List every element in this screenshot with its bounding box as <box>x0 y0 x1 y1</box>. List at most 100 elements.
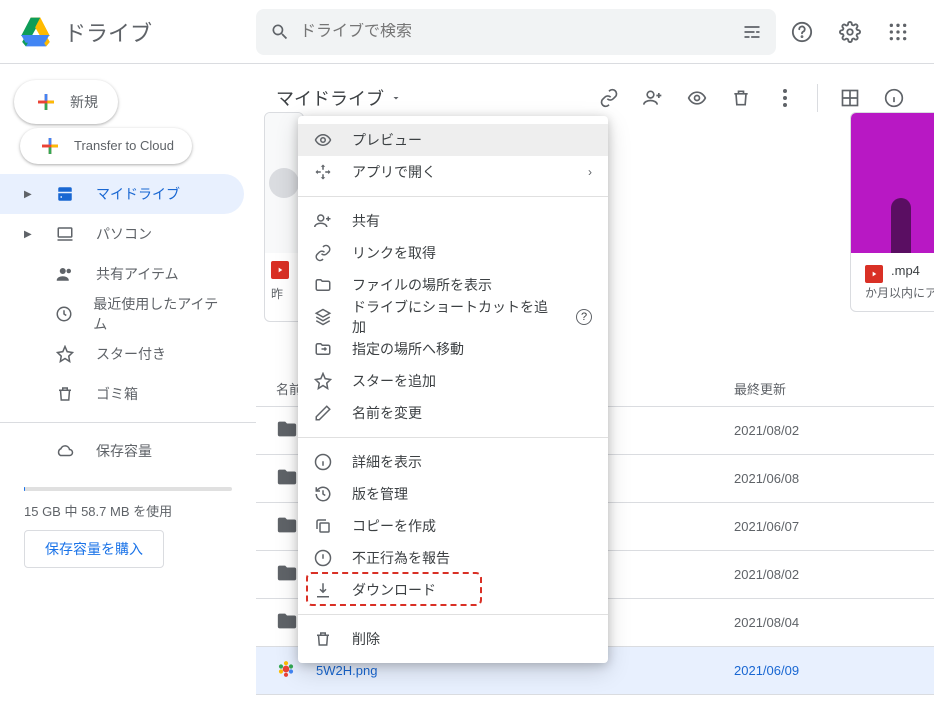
menu-rename[interactable]: 名前を変更 <box>298 397 608 429</box>
star-icon <box>56 345 76 363</box>
breadcrumb[interactable]: マイドライブ <box>276 85 402 111</box>
menu-label: 名前を変更 <box>352 403 592 423</box>
nav-trash[interactable]: ゴミ箱 <box>0 374 244 414</box>
nav-label: 共有アイテム <box>96 264 179 284</box>
download-icon <box>314 581 334 599</box>
breadcrumb-label: マイドライブ <box>276 85 384 111</box>
divider <box>0 422 256 423</box>
file-date: 2021/06/09 <box>734 663 914 678</box>
menu-separator <box>298 614 608 615</box>
menu-info[interactable]: 詳細を表示 <box>298 446 608 478</box>
nav-storage[interactable]: 保存容量 <box>0 431 244 471</box>
menu-shortcut[interactable]: ドライブにショートカットを追加? <box>298 301 608 333</box>
eye-icon <box>314 131 334 149</box>
search-options-icon[interactable] <box>742 22 762 42</box>
nav-my-drive[interactable]: ▶ マイドライブ <box>0 174 244 214</box>
settings-icon[interactable] <box>830 12 870 52</box>
menu-trash[interactable]: 削除 <box>298 623 608 655</box>
drive-logo-icon[interactable] <box>16 12 56 52</box>
nav-shared[interactable]: 共有アイテム <box>0 254 244 294</box>
cloud-icon <box>56 442 76 460</box>
help-icon[interactable]: ? <box>576 309 592 325</box>
nav-label: マイドライブ <box>96 184 180 204</box>
search-bar[interactable] <box>256 9 776 55</box>
menu-eye[interactable]: プレビュー <box>298 124 608 156</box>
menu-label: 削除 <box>352 629 592 649</box>
apps-icon[interactable] <box>878 12 918 52</box>
menu-label: 版を管理 <box>352 484 592 504</box>
file-date: 2021/06/08 <box>734 471 914 486</box>
menu-separator <box>298 437 608 438</box>
delete-button[interactable] <box>721 78 761 118</box>
buy-storage-button[interactable]: 保存容量を購入 <box>24 530 164 568</box>
plus-icon <box>38 134 62 158</box>
menu-person-add[interactable]: 共有 <box>298 205 608 237</box>
link-icon <box>314 244 334 262</box>
menu-link[interactable]: リンクを取得 <box>298 237 608 269</box>
share-button[interactable] <box>633 78 673 118</box>
info-icon <box>314 453 334 471</box>
suggest-card[interactable]: .mp4 か月以内にアップロードしました <box>850 112 934 312</box>
person-add-icon <box>314 212 334 230</box>
folder-icon <box>314 276 334 294</box>
nav-label: 最近使用したアイテム <box>93 294 220 334</box>
search-input[interactable] <box>300 23 742 41</box>
clock-icon <box>55 305 73 323</box>
menu-download[interactable]: ダウンロード <box>298 574 608 606</box>
report-icon <box>314 549 334 567</box>
new-button[interactable]: 新規 <box>14 80 118 124</box>
copy-icon <box>314 517 334 535</box>
help-icon[interactable] <box>782 12 822 52</box>
more-button[interactable] <box>765 78 805 118</box>
get-link-button[interactable] <box>589 78 629 118</box>
transfer-button[interactable]: Transfer to Cloud <box>20 128 192 164</box>
storage-text: 15 GB 中 58.7 MB を使用 <box>24 501 232 520</box>
file-date: 2021/08/02 <box>734 567 914 582</box>
nav-starred[interactable]: スター付き <box>0 334 244 374</box>
menu-label: スターを追加 <box>352 371 592 391</box>
product-name: ドライブ <box>64 16 152 48</box>
menu-open-with[interactable]: アプリで開く› <box>298 156 608 188</box>
card-subtitle: か月以内にアップロードしました <box>865 284 934 301</box>
plus-icon <box>34 90 58 114</box>
menu-move[interactable]: 指定の場所へ移動 <box>298 333 608 365</box>
file-date: 2021/06/07 <box>734 519 914 534</box>
video-icon <box>271 261 289 279</box>
nav-computers[interactable]: ▶ パソコン <box>0 214 244 254</box>
nav-list: ▶ マイドライブ ▶ パソコン 共有アイテム 最近使用したアイテム <box>0 174 256 576</box>
menu-label: 指定の場所へ移動 <box>352 339 592 359</box>
file-date: 2021/08/02 <box>734 423 914 438</box>
menu-star[interactable]: スターを追加 <box>298 365 608 397</box>
menu-history[interactable]: 版を管理 <box>298 478 608 510</box>
shortcut-icon <box>314 308 334 326</box>
col-date[interactable]: 最終更新 <box>734 379 914 398</box>
menu-copy[interactable]: コピーを作成 <box>298 510 608 542</box>
menu-report[interactable]: 不正行為を報告 <box>298 542 608 574</box>
file-name: 5W2H.png <box>316 663 734 678</box>
computers-icon <box>56 225 76 243</box>
file-date: 2021/08/04 <box>734 615 914 630</box>
trash-icon <box>56 385 76 403</box>
dropdown-icon <box>390 92 402 104</box>
storage-bar <box>24 487 232 491</box>
nav-label: 保存容量 <box>96 441 152 461</box>
menu-label: アプリで開く <box>352 162 570 182</box>
move-icon <box>314 340 334 358</box>
menu-label: 詳細を表示 <box>352 452 592 472</box>
card-title: .mp4 <box>891 263 920 278</box>
context-menu: プレビューアプリで開く›共有リンクを取得ファイルの場所を表示ドライブにショートカ… <box>298 116 608 663</box>
preview-button[interactable] <box>677 78 717 118</box>
menu-label: リンクを取得 <box>352 243 592 263</box>
menu-label: 共有 <box>352 211 592 231</box>
video-icon <box>865 265 883 283</box>
history-icon <box>314 485 334 503</box>
logo-area: ドライブ <box>16 12 256 52</box>
nav-recent[interactable]: 最近使用したアイテム <box>0 294 244 334</box>
search-icon <box>270 22 290 42</box>
card-sub: 昨 <box>271 285 297 302</box>
rename-icon <box>314 404 334 422</box>
menu-label: 不正行為を報告 <box>352 548 592 568</box>
menu-separator <box>298 196 608 197</box>
trash-icon <box>314 630 334 648</box>
new-button-label: 新規 <box>70 92 98 112</box>
